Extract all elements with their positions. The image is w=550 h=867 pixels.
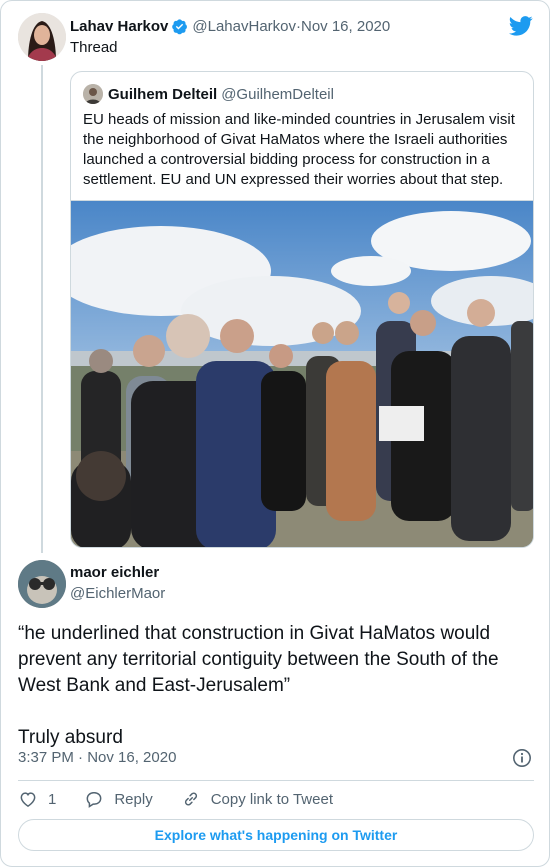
copy-link-button[interactable]: Copy link to Tweet — [181, 789, 333, 809]
author-name[interactable]: Lahav Harkov — [70, 18, 168, 35]
reply-bubble-icon — [86, 792, 102, 808]
like-button[interactable]: 1 — [18, 789, 56, 809]
quoted-author-name: Guilhem Delteil — [108, 85, 218, 103]
reply-author-name[interactable]: maor eichler — [70, 564, 159, 581]
twitter-bird-icon[interactable] — [508, 16, 533, 36]
thread-line — [41, 65, 43, 553]
reply-button[interactable]: Reply — [84, 789, 153, 809]
reply-author-avatar[interactable] — [18, 560, 66, 608]
quoted-photo[interactable] — [71, 200, 533, 547]
reply-author-handle[interactable]: @EichlerMaor — [70, 585, 165, 602]
reply-label: Reply — [114, 790, 153, 808]
quoted-author-handle: @GuilhemDelteil — [221, 85, 334, 103]
link-icon — [184, 792, 197, 806]
quoted-text: EU heads of mission and like-minded coun… — [83, 111, 515, 188]
author-avatar[interactable] — [18, 13, 66, 61]
reply-timestamp[interactable]: 3:37 PM · Nov 16, 2020 — [18, 749, 176, 766]
quoted-tweet[interactable]: Guilhem Delteil @GuilhemDelteil EU heads… — [70, 71, 534, 548]
tweet-header: Lahav Harkov @LahavHarkov · Nov 16, 2020 — [70, 16, 390, 36]
info-icon[interactable] — [512, 748, 532, 768]
heart-icon — [20, 792, 36, 807]
reply-text-quote: “he underlined that construction in Giva… — [18, 623, 499, 696]
thread-label[interactable]: Thread — [70, 39, 118, 56]
action-bar: 1 Reply Copy link to Tweet — [18, 789, 361, 809]
author-handle[interactable]: @LahavHarkov — [192, 18, 296, 35]
tweet-date[interactable]: Nov 16, 2020 — [301, 18, 390, 35]
quoted-author-avatar — [83, 84, 103, 104]
explore-button[interactable]: Explore what's happening on Twitter — [18, 819, 534, 851]
like-count: 1 — [48, 790, 57, 808]
copy-link-label: Copy link to Tweet — [210, 790, 333, 808]
divider — [18, 780, 534, 781]
quoted-header: Guilhem Delteil @GuilhemDelteil — [83, 84, 334, 104]
tweet-embed-card: Lahav Harkov @LahavHarkov · Nov 16, 2020… — [0, 0, 550, 867]
reply-text-comment: Truly absurd — [18, 727, 123, 748]
verified-badge-icon — [171, 18, 188, 35]
